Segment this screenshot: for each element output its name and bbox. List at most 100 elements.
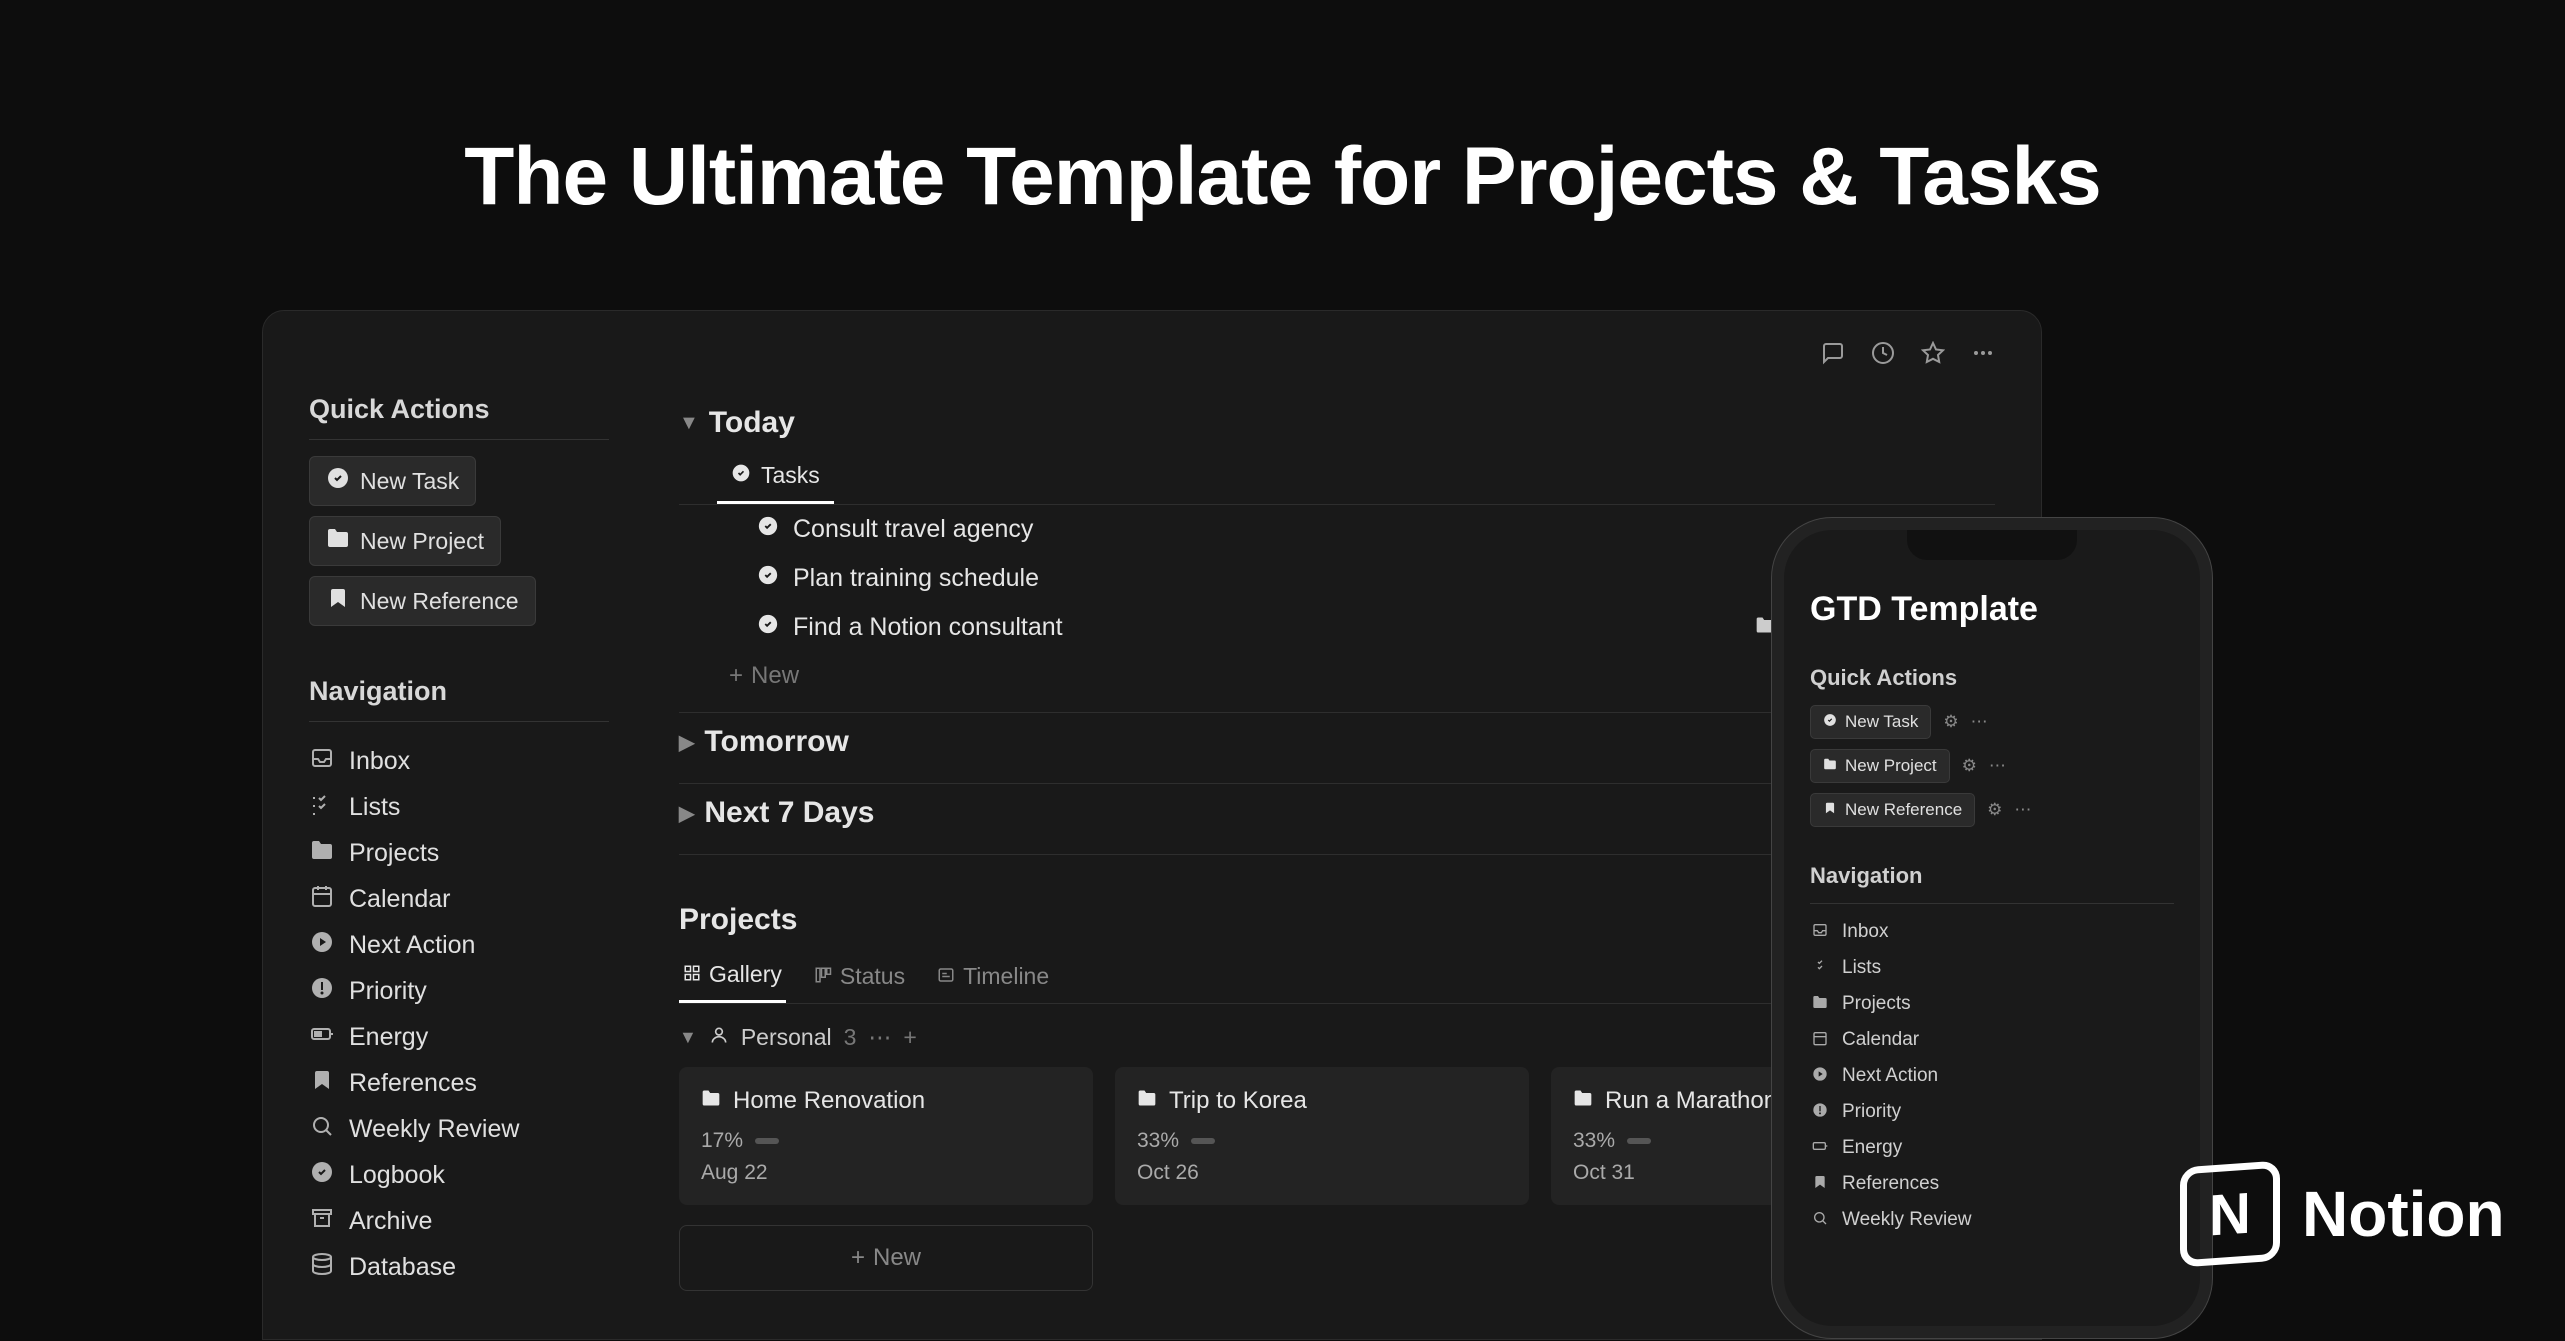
new-card-label: New — [873, 1244, 921, 1272]
phone-new-reference-button[interactable]: New Reference — [1810, 793, 1975, 827]
arrow-circle-icon — [309, 930, 335, 960]
checklist-icon — [309, 792, 335, 822]
nav-logbook[interactable]: Logbook — [309, 1152, 609, 1198]
view-timeline[interactable]: Timeline — [933, 951, 1053, 1003]
section-today[interactable]: ▼ Today — [679, 394, 1995, 452]
arrow-circle-icon — [1810, 1066, 1830, 1087]
check-circle-icon — [1823, 712, 1837, 732]
new-task-button[interactable]: New Task — [309, 456, 476, 506]
card-pct: 33% — [1137, 1129, 1179, 1153]
nav-label: Lists — [349, 793, 400, 822]
phone-nav-energy[interactable]: Energy — [1810, 1130, 2174, 1166]
nav-database[interactable]: Database — [309, 1244, 609, 1290]
plus-icon: + — [729, 662, 743, 690]
nav-inbox[interactable]: Inbox — [309, 738, 609, 784]
new-project-button[interactable]: New Project — [309, 516, 501, 566]
nav-calendar[interactable]: Calendar — [309, 876, 609, 922]
plus-icon[interactable]: + — [903, 1024, 916, 1051]
more-icon[interactable]: ⋯ — [1971, 712, 1988, 732]
phone-nav-label: Projects — [1842, 993, 1911, 1015]
card-title: Run a Marathon — [1605, 1087, 1777, 1115]
more-icon[interactable] — [1971, 341, 1995, 372]
check-circle-icon — [757, 515, 779, 544]
nav-label: Next Action — [349, 931, 475, 960]
phone-notch — [1907, 530, 2077, 560]
nav-priority[interactable]: Priority — [309, 968, 609, 1014]
task-name: Find a Notion consultant — [793, 613, 1063, 642]
tab-label: Tasks — [761, 462, 820, 489]
gear-icon[interactable]: ⚙ — [1943, 712, 1958, 732]
folder-icon — [1573, 1087, 1593, 1115]
nav-next-action[interactable]: Next Action — [309, 922, 609, 968]
phone-nav-next-action[interactable]: Next Action — [1810, 1058, 2174, 1094]
more-icon[interactable]: ⋯ — [868, 1024, 891, 1051]
phone-nav-weekly-review[interactable]: Weekly Review — [1810, 1202, 2174, 1238]
nav-references[interactable]: References — [309, 1060, 609, 1106]
nav-label: Calendar — [349, 885, 450, 914]
project-card[interactable]: Home Renovation 17% Aug 22 — [679, 1067, 1093, 1205]
nav-archive[interactable]: Archive — [309, 1198, 609, 1244]
group-label: Personal — [741, 1024, 832, 1051]
nav-label: Weekly Review — [349, 1115, 519, 1144]
toggle-down-icon: ▼ — [679, 1027, 697, 1048]
nav-label: Archive — [349, 1207, 432, 1236]
folder-icon — [1810, 994, 1830, 1015]
nav-label: Logbook — [349, 1161, 445, 1190]
nav-weekly-review[interactable]: Weekly Review — [309, 1106, 609, 1152]
card-pct: 33% — [1573, 1129, 1615, 1153]
phone-new-project-button[interactable]: New Project — [1810, 749, 1950, 783]
database-icon — [309, 1252, 335, 1282]
gear-icon[interactable]: ⚙ — [1962, 756, 1977, 776]
toggle-right-icon: ▶ — [679, 801, 694, 826]
phone-nav-label: Energy — [1842, 1137, 1902, 1159]
phone-nav-lists[interactable]: Lists — [1810, 950, 2174, 986]
gallery-icon — [683, 961, 701, 988]
check-circle-icon — [309, 1160, 335, 1190]
new-project-card[interactable]: + New — [679, 1225, 1093, 1291]
phone-nav-label: Next Action — [1842, 1065, 1938, 1087]
phone-nav-label: Calendar — [1842, 1029, 1919, 1051]
project-card[interactable]: Trip to Korea 33% Oct 26 — [1115, 1067, 1529, 1205]
view-status[interactable]: Status — [810, 951, 909, 1003]
phone-nav-label: Weekly Review — [1842, 1209, 1972, 1231]
comments-icon[interactable] — [1821, 341, 1845, 372]
tray-icon — [1810, 922, 1830, 943]
phone-nav-label: References — [1842, 1173, 1939, 1195]
navigation-title: Navigation — [309, 676, 609, 707]
nav-projects[interactable]: Projects — [309, 830, 609, 876]
phone-nav-label: Priority — [1842, 1101, 1901, 1123]
phone-nav-inbox[interactable]: Inbox — [1810, 914, 2174, 950]
phone-nav-projects[interactable]: Projects — [1810, 986, 2174, 1022]
task-name: Plan training schedule — [793, 564, 1039, 593]
phone-new-task-button[interactable]: New Task — [1810, 705, 1931, 739]
folder-icon — [1137, 1087, 1157, 1115]
card-title: Home Renovation — [733, 1087, 925, 1115]
nav-label: Energy — [349, 1023, 428, 1052]
quick-actions-title: Quick Actions — [309, 394, 609, 425]
phone-nav-label: Inbox — [1842, 921, 1888, 943]
sidebar: Quick Actions New Task New Project — [309, 394, 609, 1291]
history-icon[interactable] — [1871, 341, 1895, 372]
gear-icon[interactable]: ⚙ — [1987, 800, 2002, 820]
star-icon[interactable] — [1921, 341, 1945, 372]
phone-nav-calendar[interactable]: Calendar — [1810, 1022, 2174, 1058]
exclaim-icon — [309, 976, 335, 1006]
phone-nav-label: Lists — [1842, 957, 1881, 979]
view-gallery[interactable]: Gallery — [679, 951, 786, 1003]
battery-icon — [309, 1022, 335, 1052]
phone-nav-references[interactable]: References — [1810, 1166, 2174, 1202]
more-icon[interactable]: ⋯ — [2014, 800, 2031, 820]
qa-label: New Task — [360, 468, 459, 495]
tasks-tab[interactable]: Tasks — [717, 452, 834, 504]
view-label: Status — [840, 963, 905, 990]
new-reference-button[interactable]: New Reference — [309, 576, 536, 626]
nav-lists[interactable]: Lists — [309, 784, 609, 830]
phone-nav-priority[interactable]: Priority — [1810, 1094, 2174, 1130]
nav-label: Inbox — [349, 747, 410, 776]
check-circle-icon — [326, 466, 350, 496]
folder-icon — [326, 526, 350, 556]
more-icon[interactable]: ⋯ — [1989, 756, 2006, 776]
notion-logo-text: Notion — [2302, 1177, 2505, 1251]
battery-icon — [1810, 1138, 1830, 1159]
nav-energy[interactable]: Energy — [309, 1014, 609, 1060]
